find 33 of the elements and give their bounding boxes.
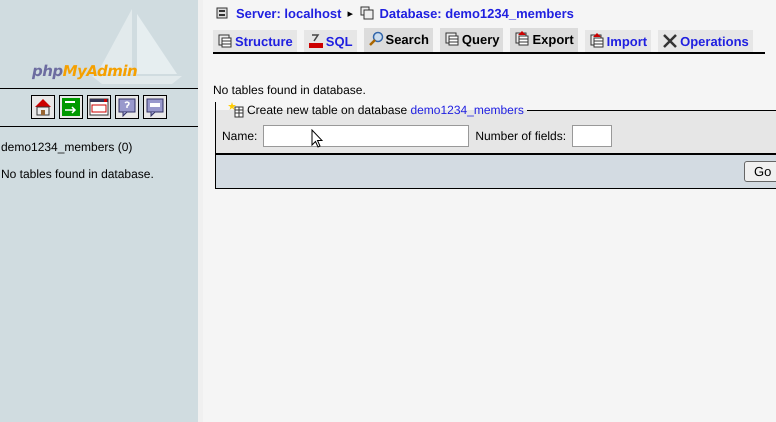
fields-label: Number of fields:: [475, 129, 566, 143]
table-icon: [217, 33, 233, 49]
table-icon: [444, 31, 460, 47]
tab[interactable]: Import: [584, 30, 652, 52]
help-icon[interactable]: [115, 95, 139, 119]
database-link[interactable]: Database: demo1234_members: [380, 6, 574, 20]
sql-query-icon[interactable]: [143, 95, 167, 119]
tab[interactable]: SQL: [304, 30, 357, 52]
app-logo[interactable]: phpMyAdmin: [32, 62, 138, 80]
separator-arrow: ▸: [348, 6, 354, 20]
magnifier-icon: [368, 31, 384, 47]
go-button[interactable]: Go: [744, 161, 776, 182]
home-icon[interactable]: [31, 95, 55, 119]
tab[interactable]: Structure: [213, 30, 297, 52]
server-link[interactable]: Server: localhost: [236, 6, 342, 20]
sql-window-icon[interactable]: [87, 95, 111, 119]
table-icon: [588, 33, 605, 49]
empty-message: No tables found in database.: [1, 167, 155, 181]
exit-icon[interactable]: [59, 95, 83, 119]
sql-icon: [308, 33, 324, 49]
new-table-icon: [228, 102, 244, 118]
database-icon: [360, 6, 374, 20]
number-of-fields-field[interactable]: [572, 125, 612, 147]
database-link[interactable]: demo1234_members: [410, 103, 524, 117]
mouse-cursor-icon: [311, 129, 323, 148]
name-field[interactable]: [263, 125, 470, 147]
server-icon: [216, 6, 230, 20]
tab[interactable]: Operations: [658, 30, 753, 52]
database-link[interactable]: demo1234_members (0): [1, 140, 198, 154]
empty-message: No tables found in database.: [213, 83, 367, 97]
name-label: Name:: [222, 129, 258, 143]
legend-text: Create new table on database demo1234_members: [247, 103, 524, 117]
table-icon: [514, 31, 530, 47]
